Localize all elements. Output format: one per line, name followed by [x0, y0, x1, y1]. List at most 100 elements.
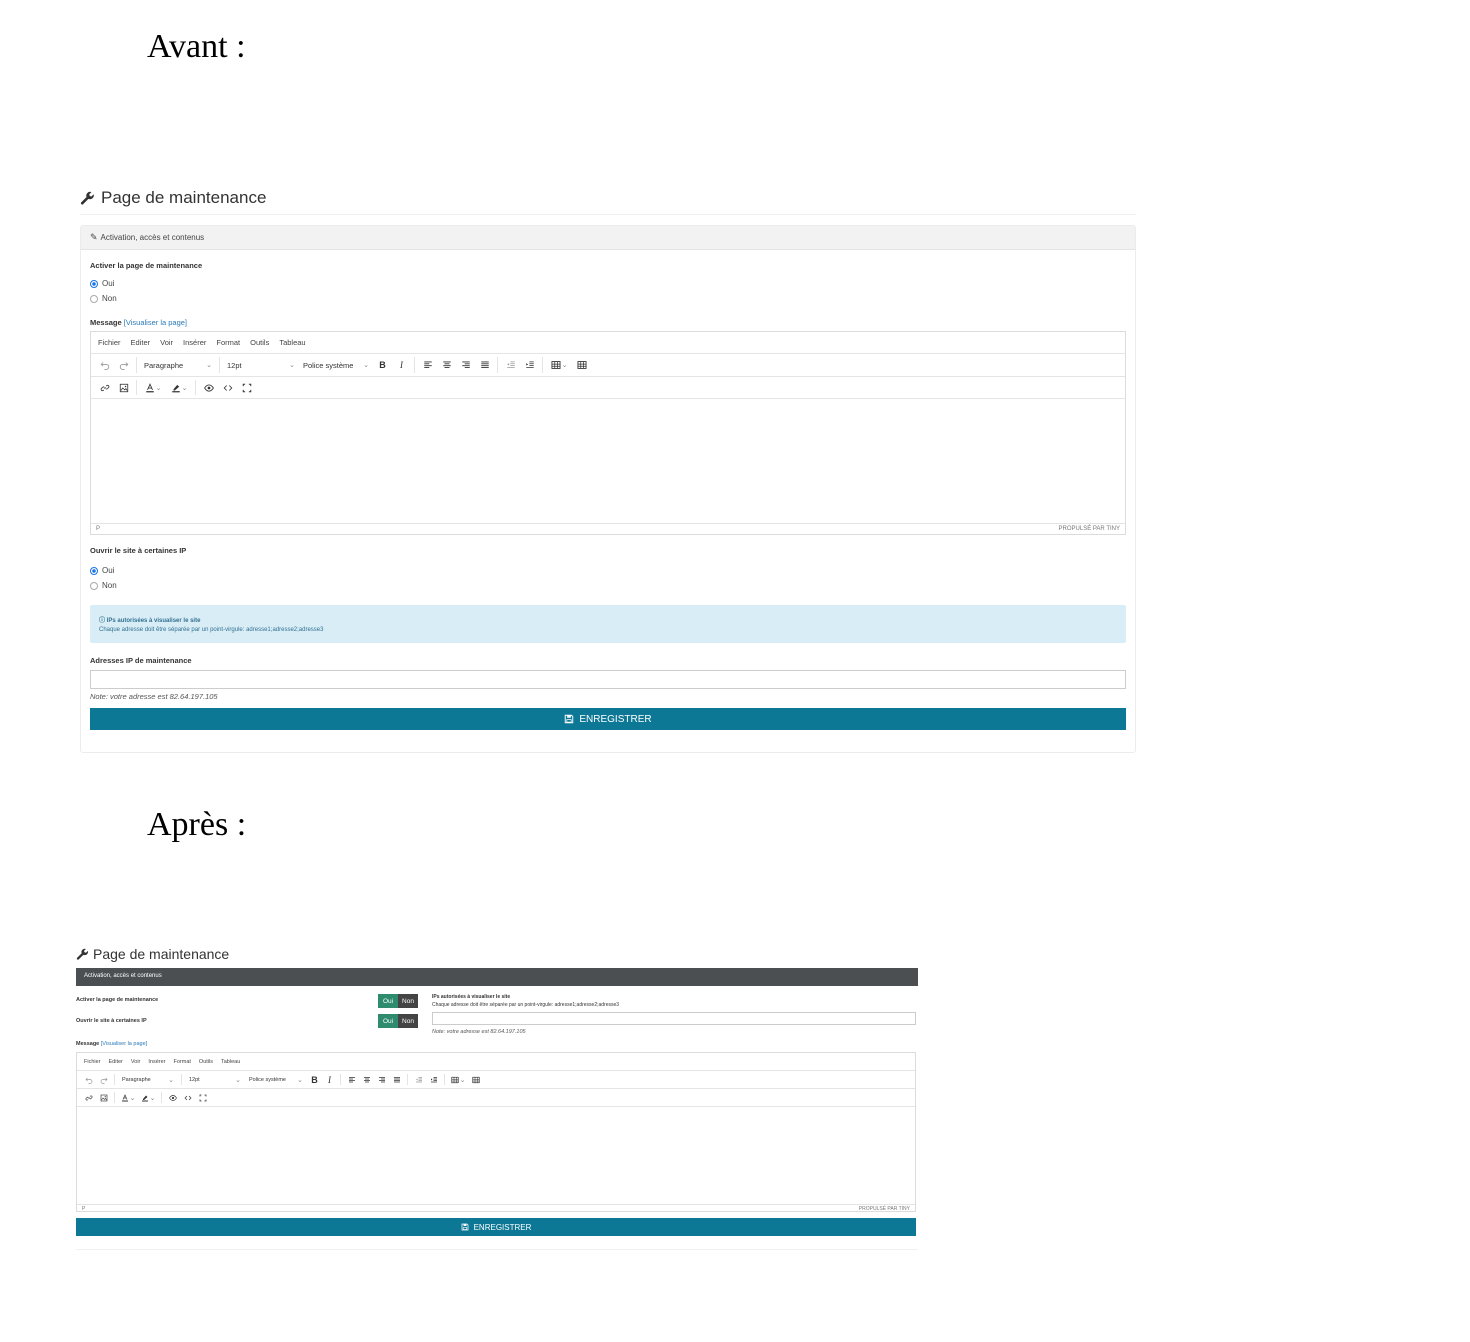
indent-button[interactable]	[520, 354, 539, 376]
align-center-button[interactable]	[437, 354, 456, 376]
activate-no-radio[interactable]	[90, 294, 98, 303]
link-button[interactable]	[81, 1089, 96, 1106]
align-justify-button[interactable]	[389, 1071, 404, 1088]
editor-content-area[interactable]	[91, 399, 1125, 523]
open-ip-no-label: Non	[102, 581, 117, 590]
open-ip-no-option[interactable]: Non	[90, 578, 1126, 593]
font-family-select[interactable]: Police système ⌄	[245, 1071, 307, 1088]
preview-page-link[interactable]: [Visualiser la page]	[101, 1041, 147, 1047]
highlight-button[interactable]: ⌄	[166, 377, 192, 398]
redo-button[interactable]	[114, 354, 133, 376]
open-ip-toggle[interactable]: Oui Non	[378, 1014, 418, 1028]
table-icon	[577, 360, 587, 370]
menu-editer[interactable]: Editer	[131, 338, 151, 347]
align-left-button[interactable]	[344, 1071, 359, 1088]
activate-no-label: Non	[102, 294, 117, 303]
preview-icon	[169, 1094, 177, 1102]
menu-editer[interactable]: Editer	[109, 1059, 123, 1065]
undo-button[interactable]	[81, 1071, 96, 1088]
activate-yes-option[interactable]: Oui	[378, 994, 398, 1008]
outdent-button[interactable]	[411, 1071, 426, 1088]
align-left-button[interactable]	[418, 354, 437, 376]
menu-tableau[interactable]: Tableau	[221, 1059, 240, 1065]
menu-voir[interactable]: Voir	[131, 1059, 140, 1065]
undo-button[interactable]	[95, 354, 114, 376]
italic-button[interactable]: I	[392, 354, 411, 376]
preview-page-link[interactable]: [Visualiser la page]	[124, 318, 187, 327]
align-center-button[interactable]	[359, 1071, 374, 1088]
bold-button[interactable]: B	[307, 1071, 322, 1088]
menu-tableau[interactable]: Tableau	[279, 338, 305, 347]
toolbar-separator	[414, 357, 415, 373]
insert-table-button[interactable]	[572, 354, 591, 376]
font-size-select[interactable]: 12pt ⌄	[185, 1071, 245, 1088]
menu-format[interactable]: Format	[216, 338, 240, 347]
italic-button[interactable]: I	[322, 1071, 337, 1088]
editor-content-area[interactable]	[77, 1107, 915, 1204]
text-color-button[interactable]: ⌄	[118, 1089, 138, 1106]
open-ip-yes-option[interactable]: Oui	[90, 563, 1126, 578]
table-menu-button[interactable]: ⌄	[546, 354, 572, 376]
code-button[interactable]	[218, 377, 237, 398]
info-title-text: IPs autorisées à visualiser le site	[106, 618, 201, 624]
redo-button[interactable]	[96, 1071, 111, 1088]
chevron-down-icon: ⌄	[149, 1094, 156, 1102]
image-icon	[100, 1094, 108, 1102]
menu-inserer[interactable]: Insérer	[148, 1059, 165, 1065]
font-size-select[interactable]: 12pt ⌄	[223, 354, 299, 376]
highlight-button[interactable]: ⌄	[138, 1089, 158, 1106]
block-format-select[interactable]: Paragraphe ⌄	[118, 1071, 178, 1088]
open-ip-no-option[interactable]: Non	[398, 1014, 418, 1028]
indent-button[interactable]	[426, 1071, 441, 1088]
bold-button[interactable]: B	[373, 354, 392, 376]
fullscreen-button[interactable]	[195, 1089, 210, 1106]
open-ip-yes-option[interactable]: Oui	[378, 1014, 398, 1028]
save-button[interactable]: ENREGISTRER	[76, 1218, 916, 1236]
insert-table-button[interactable]	[468, 1071, 483, 1088]
align-right-icon	[378, 1076, 386, 1084]
image-button[interactable]	[96, 1089, 111, 1106]
menu-format[interactable]: Format	[174, 1059, 191, 1065]
text-color-icon	[145, 383, 155, 393]
page-title-text: Page de maintenance	[93, 946, 230, 962]
save-button[interactable]: ENREGISTRER	[90, 708, 1126, 730]
align-right-button[interactable]	[374, 1071, 389, 1088]
open-ip-no-radio[interactable]	[90, 581, 98, 590]
font-family-select[interactable]: Police système ⌄	[299, 354, 373, 376]
bold-icon: B	[311, 1074, 318, 1085]
table-menu-button[interactable]: ⌄	[448, 1071, 468, 1088]
ip-addresses-input[interactable]	[90, 670, 1126, 689]
menu-outils[interactable]: Outils	[199, 1059, 213, 1065]
preview-button[interactable]	[199, 377, 218, 398]
outdent-button[interactable]	[501, 354, 520, 376]
activate-yes-radio[interactable]	[90, 279, 98, 288]
menu-voir[interactable]: Voir	[160, 338, 173, 347]
preview-button[interactable]	[165, 1089, 180, 1106]
preview-icon	[204, 383, 214, 393]
menu-fichier[interactable]: Fichier	[84, 1059, 101, 1065]
text-color-button[interactable]: ⌄	[140, 377, 166, 398]
image-button[interactable]	[114, 377, 133, 398]
menu-inserer[interactable]: Insérer	[183, 338, 206, 347]
ip-addresses-input[interactable]	[432, 1012, 916, 1025]
align-justify-button[interactable]	[475, 354, 494, 376]
redo-icon	[100, 1076, 108, 1084]
wrench-icon	[76, 948, 89, 961]
menu-outils[interactable]: Outils	[250, 338, 269, 347]
ip-note: Note: votre adresse est 82.64.197.105	[90, 692, 218, 701]
save-icon	[461, 1223, 469, 1231]
save-button-label: ENREGISTRER	[579, 713, 652, 725]
fullscreen-button[interactable]	[237, 377, 256, 398]
link-button[interactable]	[95, 377, 114, 398]
outdent-icon	[506, 360, 516, 370]
activate-no-option[interactable]: Non	[90, 291, 1126, 306]
align-right-button[interactable]	[456, 354, 475, 376]
open-ip-yes-radio[interactable]	[90, 566, 98, 575]
block-format-select[interactable]: Paragraphe ⌄	[140, 354, 216, 376]
activate-yes-option[interactable]: Oui	[90, 276, 1126, 291]
menu-fichier[interactable]: Fichier	[98, 338, 121, 347]
activate-no-option[interactable]: Non	[398, 994, 418, 1008]
activate-toggle[interactable]: Oui Non	[378, 994, 418, 1008]
code-button[interactable]	[180, 1089, 195, 1106]
editor-menubar: Fichier Editer Voir Insérer Format Outil…	[77, 1053, 915, 1071]
